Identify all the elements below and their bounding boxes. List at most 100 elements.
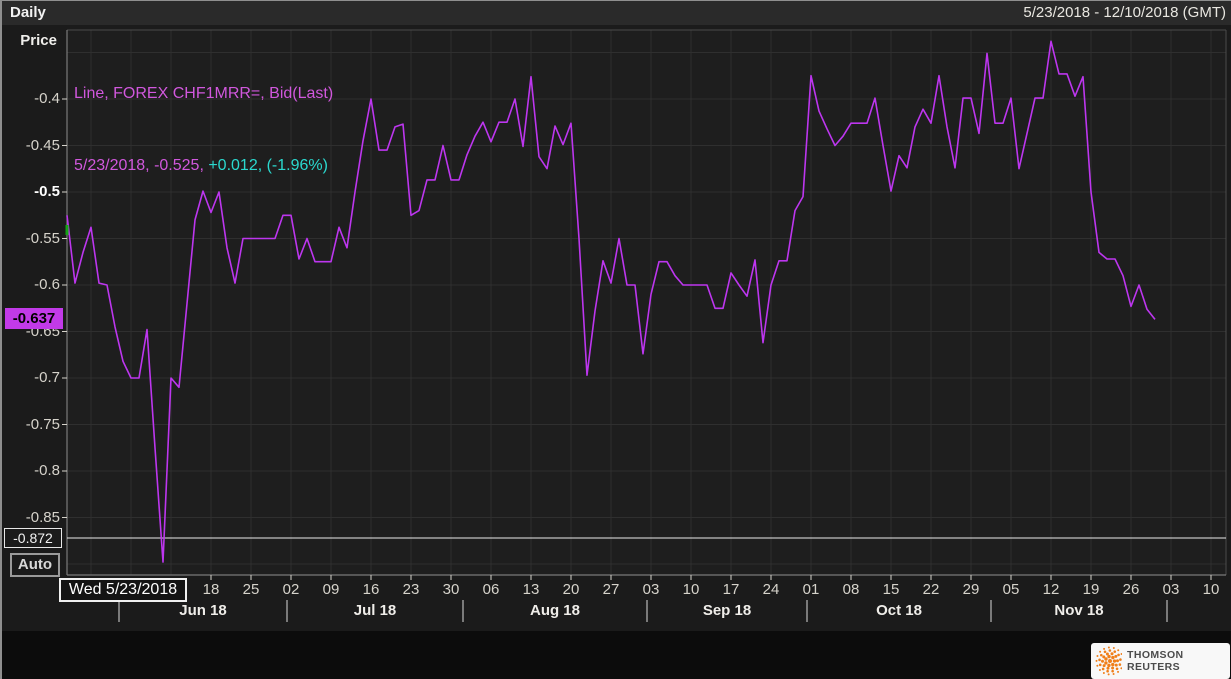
logo-dot bbox=[1101, 667, 1105, 671]
thomson-reuters-wordmark: THOMSON REUTERS bbox=[1127, 649, 1184, 673]
x-tick-label: 27 bbox=[602, 581, 620, 598]
logo-dot bbox=[1102, 655, 1106, 659]
month-label: Sep 18 bbox=[702, 602, 752, 619]
x-tick-label: 08 bbox=[842, 581, 860, 598]
logo-dot bbox=[1098, 663, 1102, 667]
x-tick-label: 15 bbox=[882, 581, 900, 598]
logo-dot bbox=[1101, 659, 1105, 663]
x-tick-label: 22 bbox=[922, 581, 940, 598]
x-tick-label: 05 bbox=[1002, 581, 1020, 598]
logo-dot bbox=[1117, 670, 1120, 673]
y-tick-label: -0.45 bbox=[25, 136, 60, 154]
y-tick-label: -0.55 bbox=[25, 229, 60, 247]
axis-marker-green bbox=[65, 225, 69, 235]
logo-dot bbox=[1115, 667, 1119, 671]
logo-dot bbox=[1107, 654, 1111, 659]
x-tick-label: 23 bbox=[402, 581, 420, 598]
logo-dot bbox=[1111, 669, 1114, 673]
y-tick-label: -0.5 bbox=[34, 183, 60, 200]
y-tick-label: -0.6 bbox=[34, 276, 60, 293]
x-tick-label: 01 bbox=[802, 581, 820, 598]
bottom-strip bbox=[2, 631, 1231, 679]
logo-dot bbox=[1107, 663, 1111, 668]
first-date-marker[interactable]: Wed 5/23/2018 bbox=[59, 578, 187, 602]
logo-dot bbox=[1111, 662, 1115, 667]
logo-dot bbox=[1111, 666, 1115, 670]
logo-dot bbox=[1107, 646, 1110, 649]
legend-series-label: Line, FOREX CHF1MRR=, Bid(Last) bbox=[74, 85, 334, 102]
logo-dot bbox=[1112, 673, 1115, 676]
y-tick-label: -0.85 bbox=[25, 508, 60, 526]
logo-dot bbox=[1114, 663, 1118, 667]
logo-dot bbox=[1112, 647, 1115, 650]
month-label: Nov 18 bbox=[1054, 602, 1104, 619]
logo-dot bbox=[1098, 668, 1101, 671]
logo-dot bbox=[1099, 650, 1102, 653]
logo-dot bbox=[1103, 650, 1107, 654]
x-tick-label: 20 bbox=[562, 581, 580, 598]
x-tick-label: 03 bbox=[1162, 581, 1180, 598]
y-tick-label: -0.7 bbox=[34, 369, 60, 386]
x-tick-label: 10 bbox=[682, 581, 700, 598]
logo-dot bbox=[1112, 659, 1117, 663]
logo-dot bbox=[1096, 655, 1099, 658]
x-tick-label: 25 bbox=[242, 581, 260, 598]
thomson-reuters-logo: THOMSON REUTERS bbox=[1091, 643, 1230, 679]
logo-dot bbox=[1104, 661, 1108, 665]
last-price-badge: -0.637 bbox=[5, 308, 63, 330]
logo-dot bbox=[1114, 654, 1118, 658]
y-axis-title: Price bbox=[20, 32, 57, 49]
level-line-label[interactable]: -0.872 bbox=[4, 527, 62, 548]
chart-legend: Line, FOREX CHF1MRR=, Bid(Last) 5/23/201… bbox=[74, 34, 333, 226]
x-tick-label: 17 bbox=[722, 581, 740, 598]
month-label: Oct 18 bbox=[876, 602, 922, 619]
x-tick-label: 09 bbox=[322, 581, 340, 598]
chart-window: Daily 5/23/2018 - 12/10/2018 (GMT) Price… bbox=[0, 0, 1231, 679]
x-tick-label: 06 bbox=[482, 581, 500, 598]
logo-dot bbox=[1117, 649, 1120, 652]
logo-dot bbox=[1108, 649, 1112, 652]
logo-dot bbox=[1106, 666, 1110, 670]
month-label: Jul 18 bbox=[353, 602, 397, 619]
x-tick-label: 16 bbox=[362, 581, 380, 598]
logo-dot bbox=[1107, 673, 1110, 676]
logo-dot bbox=[1106, 669, 1109, 673]
auto-scale-button[interactable]: Auto bbox=[10, 553, 60, 577]
x-tick-label: 13 bbox=[522, 581, 540, 598]
y-tick-label: -0.75 bbox=[25, 415, 60, 433]
logo-dot bbox=[1120, 653, 1123, 656]
logo-dot bbox=[1115, 659, 1119, 663]
x-tick-label: 12 bbox=[1042, 581, 1060, 598]
logo-dot bbox=[1102, 672, 1105, 675]
month-label: Aug 18 bbox=[529, 602, 580, 619]
logo-dot bbox=[1102, 664, 1106, 668]
x-tick-label: 29 bbox=[962, 581, 980, 598]
legend-change-value: +0.012, (-1.96%) bbox=[208, 157, 328, 174]
logo-dot bbox=[1096, 664, 1099, 667]
logo-dot bbox=[1099, 653, 1103, 657]
logo-dot bbox=[1105, 652, 1109, 656]
y-tick-label: -0.8 bbox=[34, 462, 60, 479]
logo-dot bbox=[1111, 655, 1115, 660]
logo-dot bbox=[1110, 652, 1114, 656]
x-tick-label: 10 bbox=[1202, 581, 1220, 598]
x-tick-label: 30 bbox=[442, 581, 460, 598]
x-tick-label: 18 bbox=[202, 581, 220, 598]
y-tick-label: -0.4 bbox=[34, 90, 60, 107]
x-tick-label: 26 bbox=[1122, 581, 1140, 598]
x-tick-label: 03 bbox=[642, 581, 660, 598]
logo-dot bbox=[1117, 653, 1120, 657]
logo-dot bbox=[1098, 658, 1101, 662]
logo-dot bbox=[1118, 663, 1122, 666]
logo-dot bbox=[1119, 658, 1122, 661]
logo-dot bbox=[1103, 647, 1106, 650]
x-tick-label: 24 bbox=[762, 581, 780, 598]
month-label: Jun 18 bbox=[179, 602, 227, 619]
thomson-reuters-sunburst-icon bbox=[1095, 646, 1123, 676]
logo-dot bbox=[1108, 659, 1112, 663]
legend-date-value: 5/23/2018, -0.525, bbox=[74, 157, 209, 174]
x-tick-label: 02 bbox=[282, 581, 300, 598]
logo-dot bbox=[1120, 667, 1123, 670]
x-tick-label: 19 bbox=[1082, 581, 1100, 598]
logo-dot bbox=[1113, 650, 1117, 653]
